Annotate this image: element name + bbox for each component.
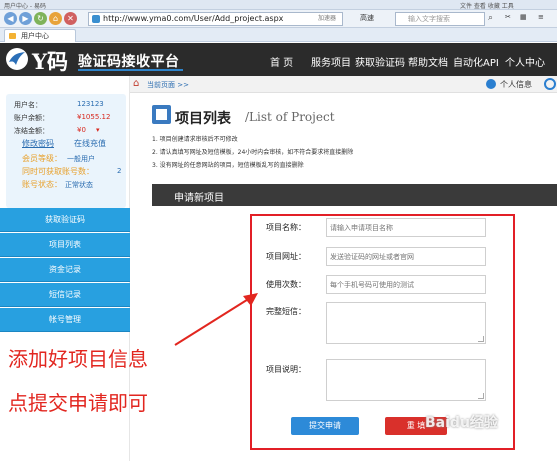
username-value: 123123: [77, 100, 104, 108]
nav-docs[interactable]: 帮助文档: [408, 54, 448, 69]
breadcrumb: ⌂ 当前页面 >> 个人信息: [130, 76, 557, 93]
nav-get-code[interactable]: 获取验证码: [355, 54, 405, 69]
frozen-value: ¥0: [77, 126, 86, 134]
project-list-icon: [152, 105, 171, 124]
home-browser-icon[interactable]: ⌂: [49, 12, 62, 25]
url-text: http://www.yma0.com/User/Add_project.asp…: [103, 14, 284, 23]
page-subtitle: /List of Project: [245, 110, 335, 124]
settings-icon[interactable]: [544, 78, 556, 90]
search-icon[interactable]: ⌕: [488, 13, 493, 23]
note-2: 2. 请认真填写网址及短信模板，24小时内会审核，如不符合要求将直接删除: [152, 149, 354, 156]
status-value: 正常状态: [65, 181, 93, 189]
sidebar-item-get-code[interactable]: 获取验证码: [0, 208, 130, 232]
nav-home[interactable]: 首 页: [270, 54, 293, 69]
browser-menu[interactable]: 文件 查看 收藏 工具: [460, 1, 514, 10]
watermark: Baidu经验: [425, 415, 498, 431]
logo-text: 验证码接收平台: [78, 54, 180, 70]
extensions-icon[interactable]: ▦: [520, 13, 527, 21]
back-icon[interactable]: ◀: [4, 12, 17, 25]
refresh-icon[interactable]: ↻: [34, 12, 47, 25]
concurrent-label: 同时可获取账号数：: [22, 167, 94, 176]
apply-new-project-header: 申请新项目: [152, 184, 557, 206]
note-1: 1. 项目创建请求审核后不可修改: [152, 136, 238, 143]
url-field[interactable]: http://www.yma0.com/User/Add_project.asp…: [88, 12, 343, 26]
logo-mark: Y码: [32, 49, 68, 74]
nav-api[interactable]: 自动化API: [453, 54, 499, 69]
annotation-line-1: 添加好项目信息: [8, 347, 148, 371]
change-password-link[interactable]: 修改密码: [22, 138, 54, 149]
level-label: 会员等级：: [22, 154, 62, 163]
note-3: 3. 没有网址的任意网站的项目，短信模板乱写的直接删除: [152, 162, 304, 169]
balance-label: 账户余额：: [14, 114, 49, 122]
page-title: 项目列表: [175, 111, 231, 127]
sidebar-item-account[interactable]: 帐号管理: [0, 308, 130, 332]
stop-icon[interactable]: ✕: [64, 12, 77, 25]
level-value: 一般用户: [67, 155, 95, 163]
browser-tab-bar: 用户中心: [0, 28, 557, 42]
concurrent-value: 2: [117, 167, 122, 175]
tab-icon: [9, 33, 16, 39]
tab-label: 用户中心: [21, 32, 49, 40]
nav-personal-center[interactable]: 个人中心: [505, 54, 545, 69]
browser-address-bar: ◀ ▶ ↻ ⌂ ✕ http://www.yma0.com/User/Add_p…: [0, 10, 557, 28]
breadcrumb-text[interactable]: 当前页面 >>: [147, 80, 189, 90]
forward-icon[interactable]: ▶: [19, 12, 32, 25]
sidebar-item-sms-records[interactable]: 短信记录: [0, 283, 130, 307]
sidebar-item-project-list[interactable]: 项目列表: [0, 233, 130, 257]
nav-services[interactable]: 服务项目: [311, 54, 351, 69]
logo-underline: [78, 69, 183, 71]
site-header: Y码 验证码接收平台 首 页 服务项目 获取验证码 帮助文档 自动化API 个人…: [0, 43, 557, 76]
speed-mode-button[interactable]: 高速: [360, 13, 374, 23]
user-info-panel: [6, 94, 126, 208]
frozen-label: 冻结金额：: [14, 127, 49, 135]
site-favicon-icon: [92, 15, 100, 23]
personal-info-link[interactable]: 个人信息: [500, 79, 532, 90]
browser-title-bar: 用户中心 - 易码 文件 查看 收藏 工具: [0, 0, 557, 10]
username-label: 用户名：: [14, 101, 42, 109]
home-icon[interactable]: ⌂: [133, 78, 139, 89]
tab-user-center[interactable]: 用户中心: [4, 29, 76, 42]
browser-title: 用户中心 - 易码: [4, 3, 46, 10]
tools-icon[interactable]: ✂: [505, 13, 511, 21]
menu-icon[interactable]: ≡: [538, 13, 544, 21]
browser-search-input[interactable]: 输入文字搜索: [395, 12, 485, 26]
annotation-arrow-icon: [174, 293, 258, 346]
recharge-link[interactable]: 在线充值: [74, 138, 106, 149]
apply-title: 申请新项目: [174, 193, 224, 204]
frozen-down-icon[interactable]: ▾: [96, 126, 100, 134]
accelerate-button[interactable]: 加速器: [318, 13, 336, 22]
logo-bird-icon: [6, 48, 28, 70]
status-label: 账号状态：: [22, 180, 62, 189]
user-icon[interactable]: [486, 79, 496, 89]
balance-value: ¥1055.12: [77, 113, 111, 121]
sidebar-item-funds[interactable]: 资金记录: [0, 258, 130, 282]
annotation-line-2: 点提交申请即可: [8, 391, 148, 415]
